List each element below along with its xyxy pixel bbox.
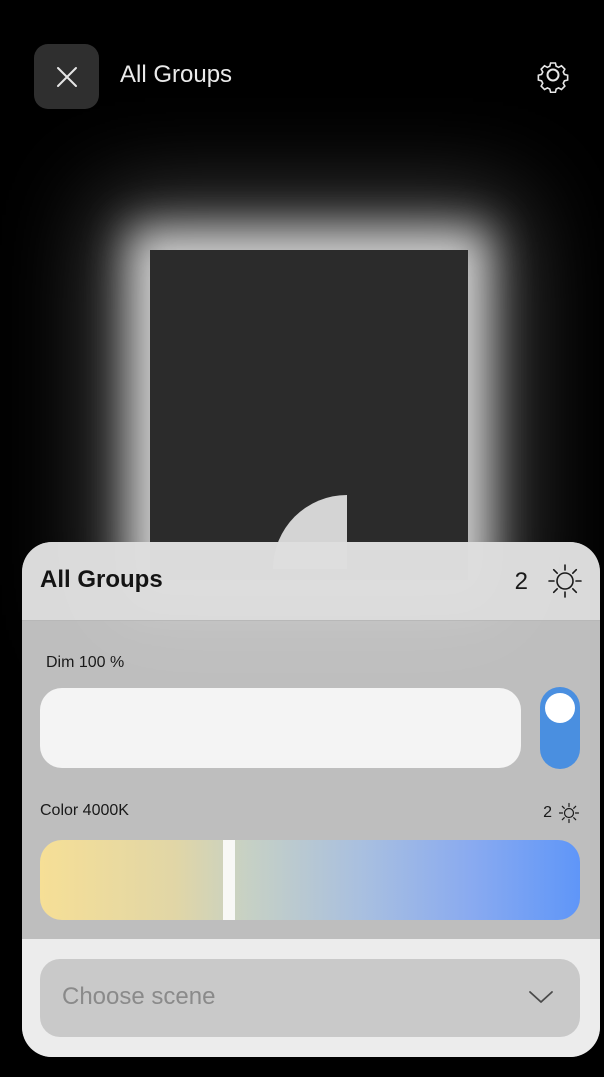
toggle-thumb — [545, 693, 575, 723]
scene-dropdown[interactable]: Choose scene — [40, 959, 580, 1037]
gear-icon[interactable] — [535, 57, 571, 93]
light-count: 2 — [514, 568, 528, 595]
color-label: Color 4000K — [40, 802, 129, 819]
panel-title: All Groups — [40, 566, 163, 593]
control-panel: All Groups 2 Dim 100 % Color 4000K 2 Cho… — [22, 542, 600, 1057]
color-temperature-slider[interactable] — [40, 840, 580, 920]
close-button[interactable] — [34, 44, 99, 109]
scene-section: Choose scene — [22, 939, 600, 1057]
scene-placeholder: Choose scene — [62, 983, 216, 1010]
dim-label: Dim 100 % — [46, 654, 125, 671]
color-light-count: 2 — [543, 804, 552, 821]
power-toggle[interactable] — [540, 687, 580, 769]
chevron-down-icon — [529, 991, 553, 1003]
dim-slider[interactable] — [40, 688, 521, 768]
page-title: All Groups — [120, 61, 233, 88]
color-slider-handle[interactable] — [223, 840, 235, 920]
sun-icon — [548, 564, 582, 598]
panel-header: All Groups 2 — [22, 542, 600, 621]
sun-icon — [558, 802, 580, 824]
close-icon — [56, 66, 77, 87]
